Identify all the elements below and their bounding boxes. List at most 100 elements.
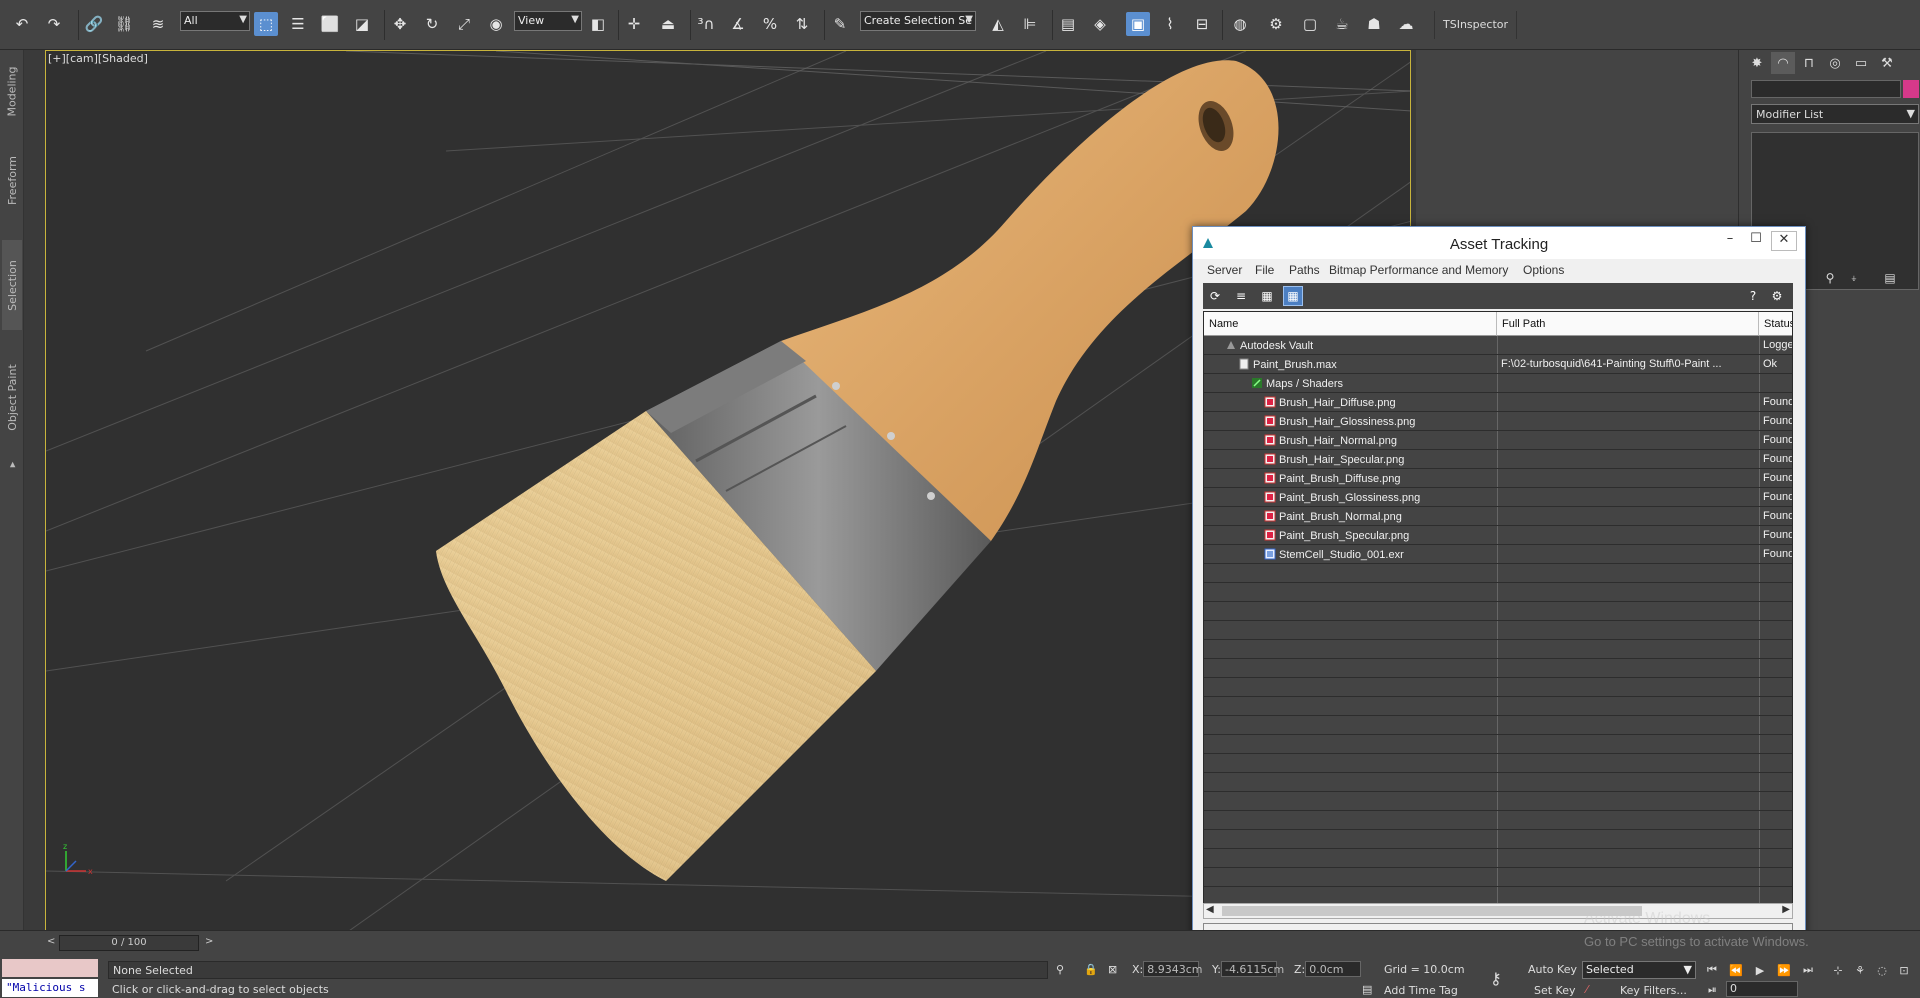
configure-sets-icon[interactable]: ▤ [1879,268,1901,288]
play-icon[interactable]: ▶ [1750,961,1770,979]
set-key-button[interactable]: Set Key [1534,984,1576,997]
pin-stack-icon[interactable]: ⚲ [1819,268,1841,288]
table-row[interactable]: Paint_Brush_Normal.png Found [1204,507,1792,526]
selection-filter-dropdown[interactable]: All ▼ [180,11,250,31]
modify-icon[interactable]: ◠ [1771,52,1795,74]
help-icon[interactable]: ? [1743,286,1763,306]
hierarchy-icon[interactable]: ⊓ [1797,52,1821,74]
close-button[interactable]: ✕ [1771,231,1797,251]
render-frame-icon[interactable]: ▢ [1298,12,1322,36]
table-row[interactable]: Brush_Hair_Glossiness.png Found [1204,412,1792,431]
menu-paths[interactable]: Paths [1289,263,1320,277]
undo-icon[interactable]: ↶ [10,12,34,36]
select-by-name-icon[interactable]: ☰ [286,12,310,36]
auto-key-button[interactable]: Auto Key [1528,963,1577,976]
table-row[interactable]: Paint_Brush_Specular.png Found [1204,526,1792,545]
options-icon[interactable]: ⚙ [1767,286,1787,306]
create-icon[interactable]: ✸ [1745,52,1769,74]
zoom-icon[interactable]: ⊹ [1828,961,1848,979]
pivot-icon[interactable]: ◧ [586,12,610,36]
lock-selection-icon[interactable]: 🔒 [1084,963,1098,976]
current-frame-field[interactable]: 0 [1726,981,1798,997]
material-editor-icon[interactable]: ◍ [1228,12,1252,36]
tab-modeling[interactable]: Modeling [2,56,22,126]
manipulate-icon[interactable]: ✛ [622,12,646,36]
isolate-icon[interactable]: ⚲ [1056,963,1064,976]
maximize-viewport-icon[interactable]: ⊡ [1894,961,1914,979]
snap-3d-icon[interactable]: ³∩ [694,12,718,36]
time-tag-icon[interactable]: ▤ [1362,983,1372,996]
thumbnail-view-icon[interactable]: ▦ [1257,286,1277,306]
link-icon[interactable]: 🔗 [82,12,106,36]
maximize-button[interactable]: ☐ [1743,231,1769,251]
object-color-swatch[interactable] [1903,80,1919,98]
render-cloud-icon[interactable]: ☁ [1394,12,1418,36]
goto-start-icon[interactable]: ⏮ [1702,961,1722,979]
scroll-left-icon[interactable]: ◀ [1206,904,1214,915]
window-crossing-icon[interactable]: ◪ [350,12,374,36]
table-row[interactable]: Paint_Brush_Diffuse.png Found [1204,469,1792,488]
spinner-snap-icon[interactable]: ⇅ [790,12,814,36]
place-icon[interactable]: ◉ [484,12,508,36]
motion-icon[interactable]: ◎ [1823,52,1847,74]
graphite-icon[interactable]: ◈ [1088,12,1112,36]
tab-object-paint[interactable]: Object Paint [2,342,22,452]
maxscript-listener-output[interactable]: "Malicious s [2,979,98,997]
viewport-label[interactable]: [+][cam][Shaded] [48,52,148,65]
bind-spacewarp-icon[interactable]: ≋ [146,12,170,36]
percent-snap-icon[interactable]: % [758,12,782,36]
coord-y-field[interactable]: -4.6115cm [1220,961,1284,977]
redo-icon[interactable]: ↷ [42,12,66,36]
keyboard-shortcut-icon[interactable]: ⏏ [656,12,680,36]
menu-file[interactable]: File [1255,263,1274,277]
menu-options[interactable]: Options [1523,263,1564,277]
table-row[interactable]: StemCell_Studio_001.exr Found [1204,545,1792,564]
list-view-icon[interactable]: ≡ [1231,286,1251,306]
table-row[interactable]: Maps / Shaders [1204,374,1792,393]
time-next-icon[interactable]: > [205,936,213,947]
display-icon[interactable]: ▭ [1849,52,1873,74]
object-name-field[interactable] [1751,80,1901,98]
maxscript-listener-macro[interactable] [2,959,98,977]
show-end-result-icon[interactable]: ⍖ [1843,268,1865,288]
coord-x-field[interactable]: 8.9343cm [1143,961,1203,977]
key-mode-dropdown[interactable]: Selected ▼ [1582,961,1696,979]
absolute-mode-icon[interactable]: ⊠ [1108,963,1117,976]
table-row[interactable]: Paint_Brush.max F:\02-turbosquid\641-Pain… [1204,355,1792,374]
set-key-filter-icon[interactable]: ⁄ [1586,983,1588,996]
align-icon[interactable]: ⊫ [1018,12,1042,36]
modifier-list-dropdown[interactable]: Modifier List ▼ [1751,104,1919,124]
prev-frame-icon[interactable]: ⏪ [1726,961,1746,979]
time-slider[interactable]: < 0 / 100 > [45,935,1411,951]
column-header-status[interactable]: Status [1759,312,1792,336]
table-row[interactable]: Brush_Hair_Diffuse.png Found [1204,393,1792,412]
scale-icon[interactable]: ⤢ [452,12,476,36]
layer-icon[interactable]: ▤ [1056,12,1080,36]
key-filters-button[interactable]: Key Filters... [1620,984,1687,997]
menu-bitmap-performance[interactable]: Bitmap Performance and Memory [1329,263,1508,277]
move-icon[interactable]: ✥ [388,12,412,36]
column-header-full-path[interactable]: Full Path [1497,312,1759,336]
table-row[interactable]: Paint_Brush_Glossiness.png Found [1204,488,1792,507]
time-prev-icon[interactable]: < [47,936,55,947]
unlink-icon[interactable]: ⛓ [112,12,136,36]
column-header-name[interactable]: Name [1204,312,1497,336]
utilities-icon[interactable]: ⚒ [1875,52,1899,74]
scroll-thumb[interactable] [1222,906,1642,916]
table-row[interactable]: Autodesk Vault Logge [1204,336,1792,355]
zoom-all-icon[interactable]: ⚘ [1850,961,1870,979]
tsinspector-button[interactable]: TSInspector [1434,11,1518,39]
tab-freeform[interactable]: Freeform [2,140,22,220]
tab-expand-icon[interactable]: ▸ [2,454,22,474]
rect-region-icon[interactable]: ⬜ [318,12,342,36]
edit-named-sets-icon[interactable]: ✎ [828,12,852,36]
key-mode-icon[interactable]: ⏯ [1708,983,1717,997]
tab-selection[interactable]: Selection [2,240,22,330]
window-titlebar[interactable]: Asset Tracking – ☐ ✕ [1193,227,1805,259]
key-icon[interactable]: ⚷ [1490,969,1502,988]
table-view-icon[interactable]: ▦ [1283,286,1303,306]
table-row[interactable]: Brush_Hair_Normal.png Found [1204,431,1792,450]
goto-end-icon[interactable]: ⏭ [1798,961,1818,979]
scroll-right-icon[interactable]: ▶ [1782,904,1790,915]
scene-explorer-icon[interactable]: ▣ [1126,12,1150,36]
